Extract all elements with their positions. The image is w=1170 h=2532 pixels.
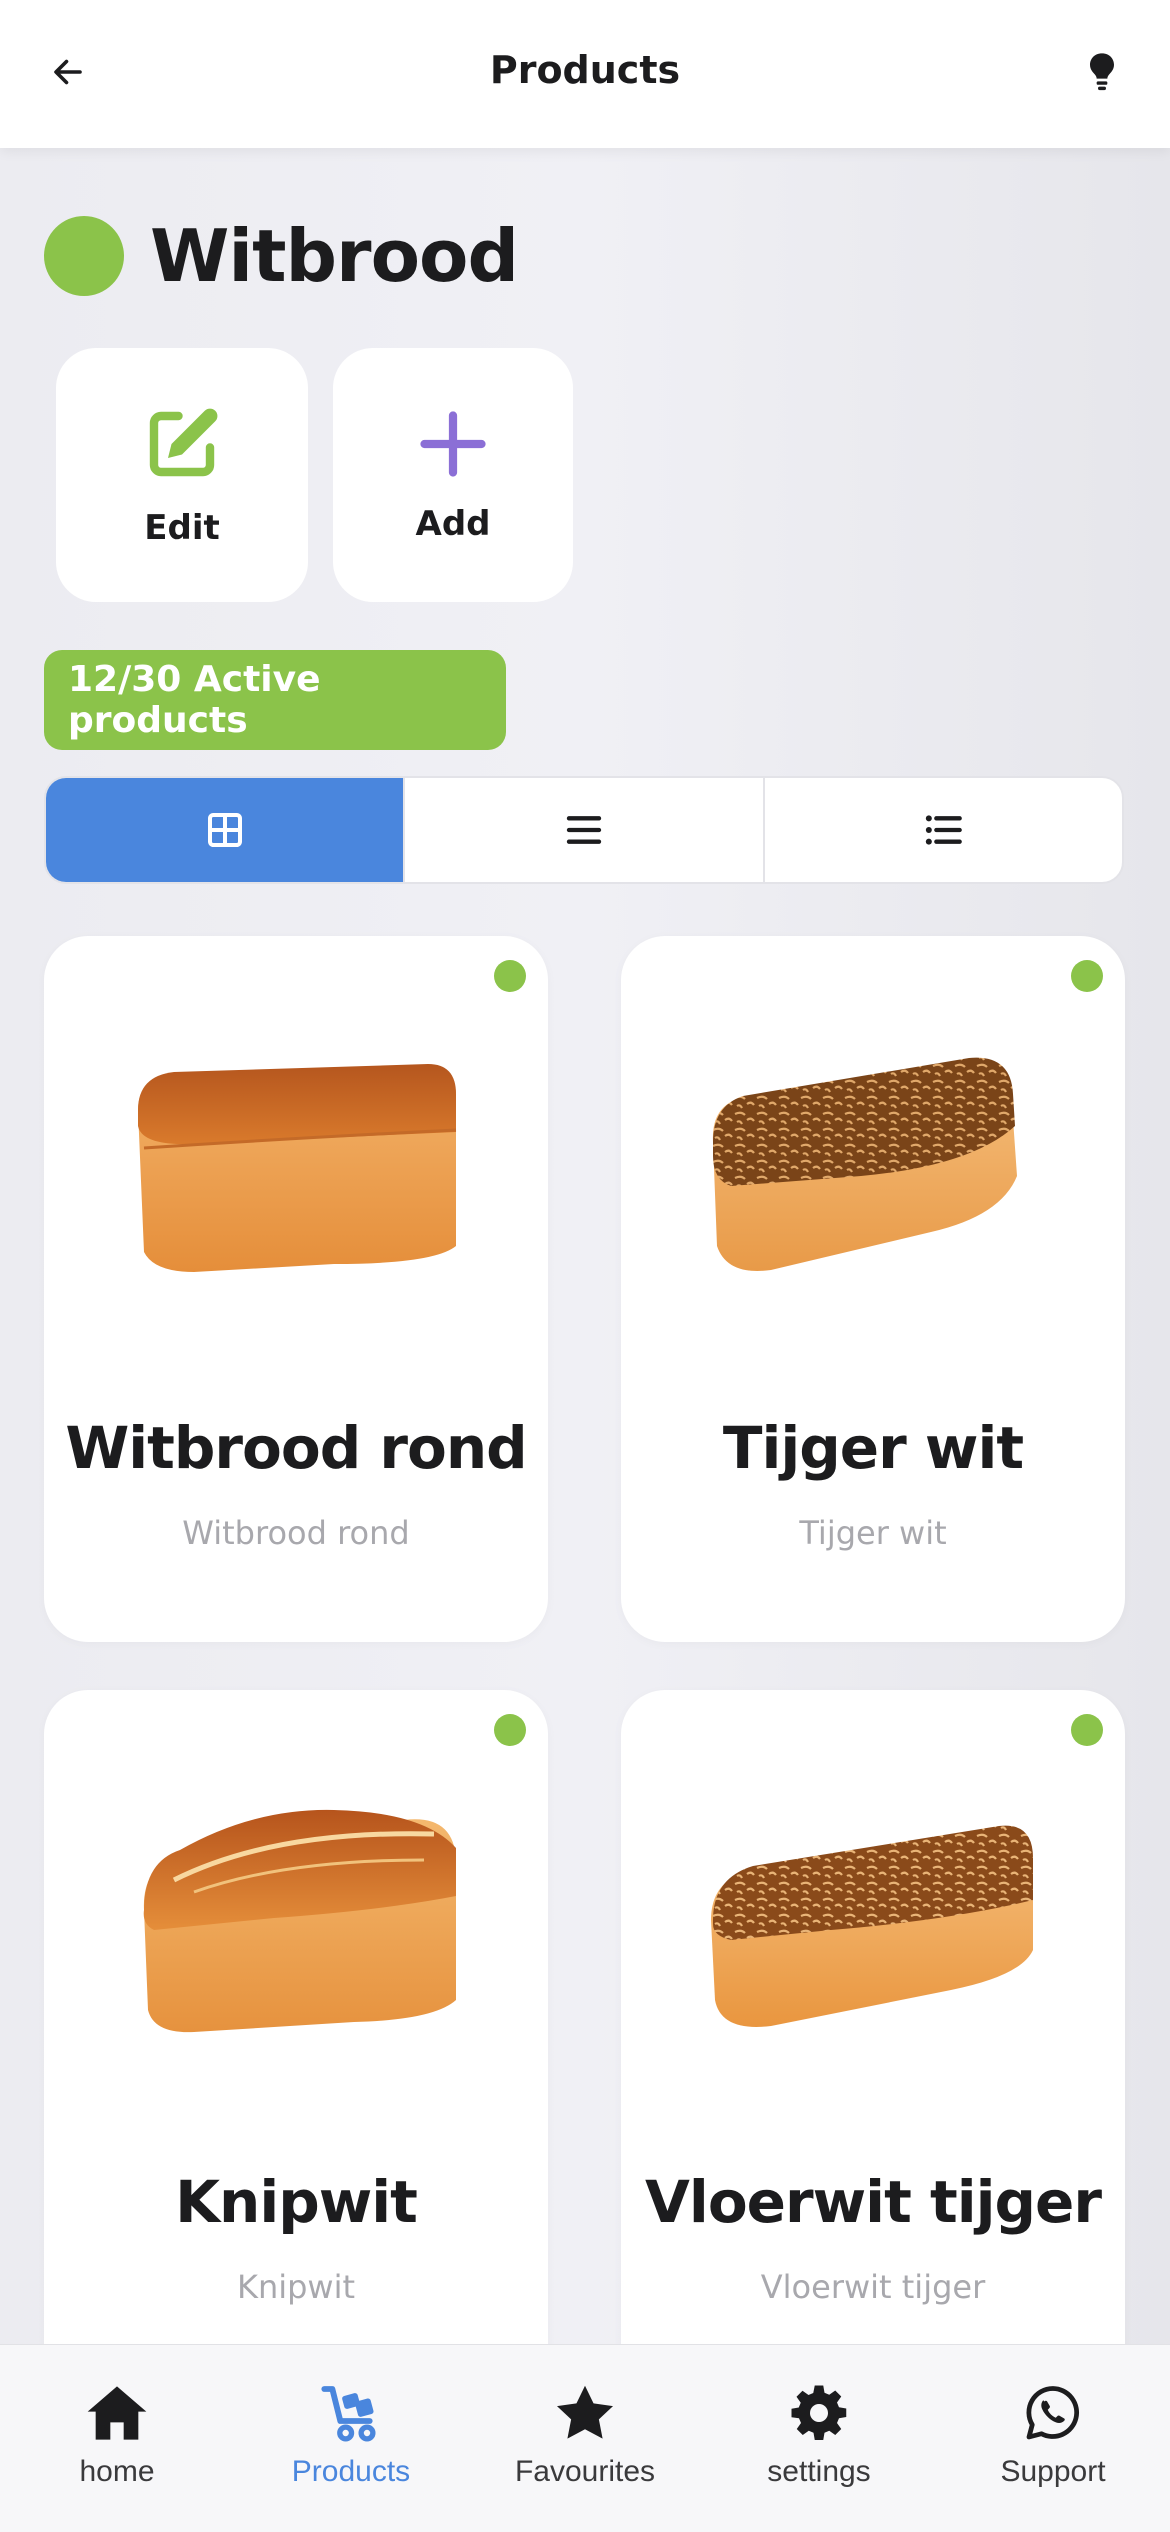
grid-view-button[interactable] xyxy=(46,778,406,882)
nav-item-favourites[interactable]: Favourites xyxy=(468,2345,702,2532)
product-image xyxy=(712,1057,1017,1271)
edit-label: Edit xyxy=(144,508,220,548)
product-image xyxy=(143,1809,456,2033)
products-content: Witbrood Edit Add 12/30 Active products xyxy=(0,148,1170,2344)
nav-label-favourites: Favourites xyxy=(514,2455,656,2488)
product-active-dot xyxy=(494,960,526,992)
nav-label-support: Support xyxy=(1000,2455,1106,2488)
nav-label-settings: settings xyxy=(767,2455,871,2488)
edit-icon xyxy=(149,408,218,477)
product-name: Vloerwit tijger xyxy=(645,2168,1102,2236)
product-active-dot xyxy=(1071,960,1103,992)
list-view-button[interactable] xyxy=(405,778,765,882)
add-label: Add xyxy=(415,504,491,544)
product-card[interactable]: Witbrood rond Witbrood rond xyxy=(44,936,548,1642)
page-title: Products xyxy=(489,48,681,92)
grid-icon xyxy=(207,813,242,847)
app-bar: Products xyxy=(0,0,1170,148)
active-products-badge: 12/30 Active products xyxy=(44,650,506,750)
tip-button[interactable] xyxy=(1078,48,1126,96)
product-active-dot xyxy=(1071,1714,1103,1746)
nav-item-products[interactable]: Products xyxy=(234,2345,468,2532)
whatsapp-icon xyxy=(1026,2386,1079,2440)
star-icon xyxy=(557,2385,613,2439)
gear-icon xyxy=(791,2385,847,2440)
edit-button[interactable]: Edit xyxy=(56,348,308,602)
plus-icon xyxy=(420,411,486,477)
detailed-list-view-button[interactable] xyxy=(765,778,1122,882)
nav-item-home[interactable]: home xyxy=(0,2345,234,2532)
list-icon xyxy=(566,816,602,844)
product-name: Tijger wit xyxy=(722,1414,1024,1482)
product-subtitle: Knipwit xyxy=(236,2268,356,2306)
product-card[interactable]: Tijger wit Tijger wit xyxy=(621,936,1125,1642)
category-header: Witbrood xyxy=(44,214,519,298)
product-name: Knipwit xyxy=(175,2168,418,2236)
home-icon xyxy=(87,2386,147,2440)
nav-item-support[interactable]: Support xyxy=(936,2345,1170,2532)
product-subtitle: Witbrood rond xyxy=(182,1514,410,1552)
product-image xyxy=(138,1064,457,1272)
lightbulb-icon xyxy=(1090,53,1114,91)
product-subtitle: Tijger wit xyxy=(799,1514,947,1552)
add-button[interactable]: Add xyxy=(333,348,573,602)
product-name: Witbrood rond xyxy=(65,1414,527,1482)
nav-label-products: Products xyxy=(291,2455,411,2488)
nav-label-home: home xyxy=(79,2455,155,2488)
category-status-dot xyxy=(44,216,124,296)
bottom-navigation: home Products Favourites settings Suppor… xyxy=(0,2344,1170,2532)
detailed-list-icon xyxy=(926,815,963,845)
product-image xyxy=(711,1825,1033,2027)
product-card[interactable]: Vloerwit tijger Vloerwit tijger xyxy=(621,1690,1125,2344)
product-card[interactable]: Knipwit Knipwit xyxy=(44,1690,548,2344)
nav-item-settings[interactable]: settings xyxy=(702,2345,936,2532)
view-mode-toggle xyxy=(44,776,1124,884)
category-title: Witbrood xyxy=(150,214,519,298)
product-subtitle: Vloerwit tijger xyxy=(760,2268,986,2306)
product-active-dot xyxy=(494,1714,526,1746)
cart-icon xyxy=(321,2386,376,2442)
